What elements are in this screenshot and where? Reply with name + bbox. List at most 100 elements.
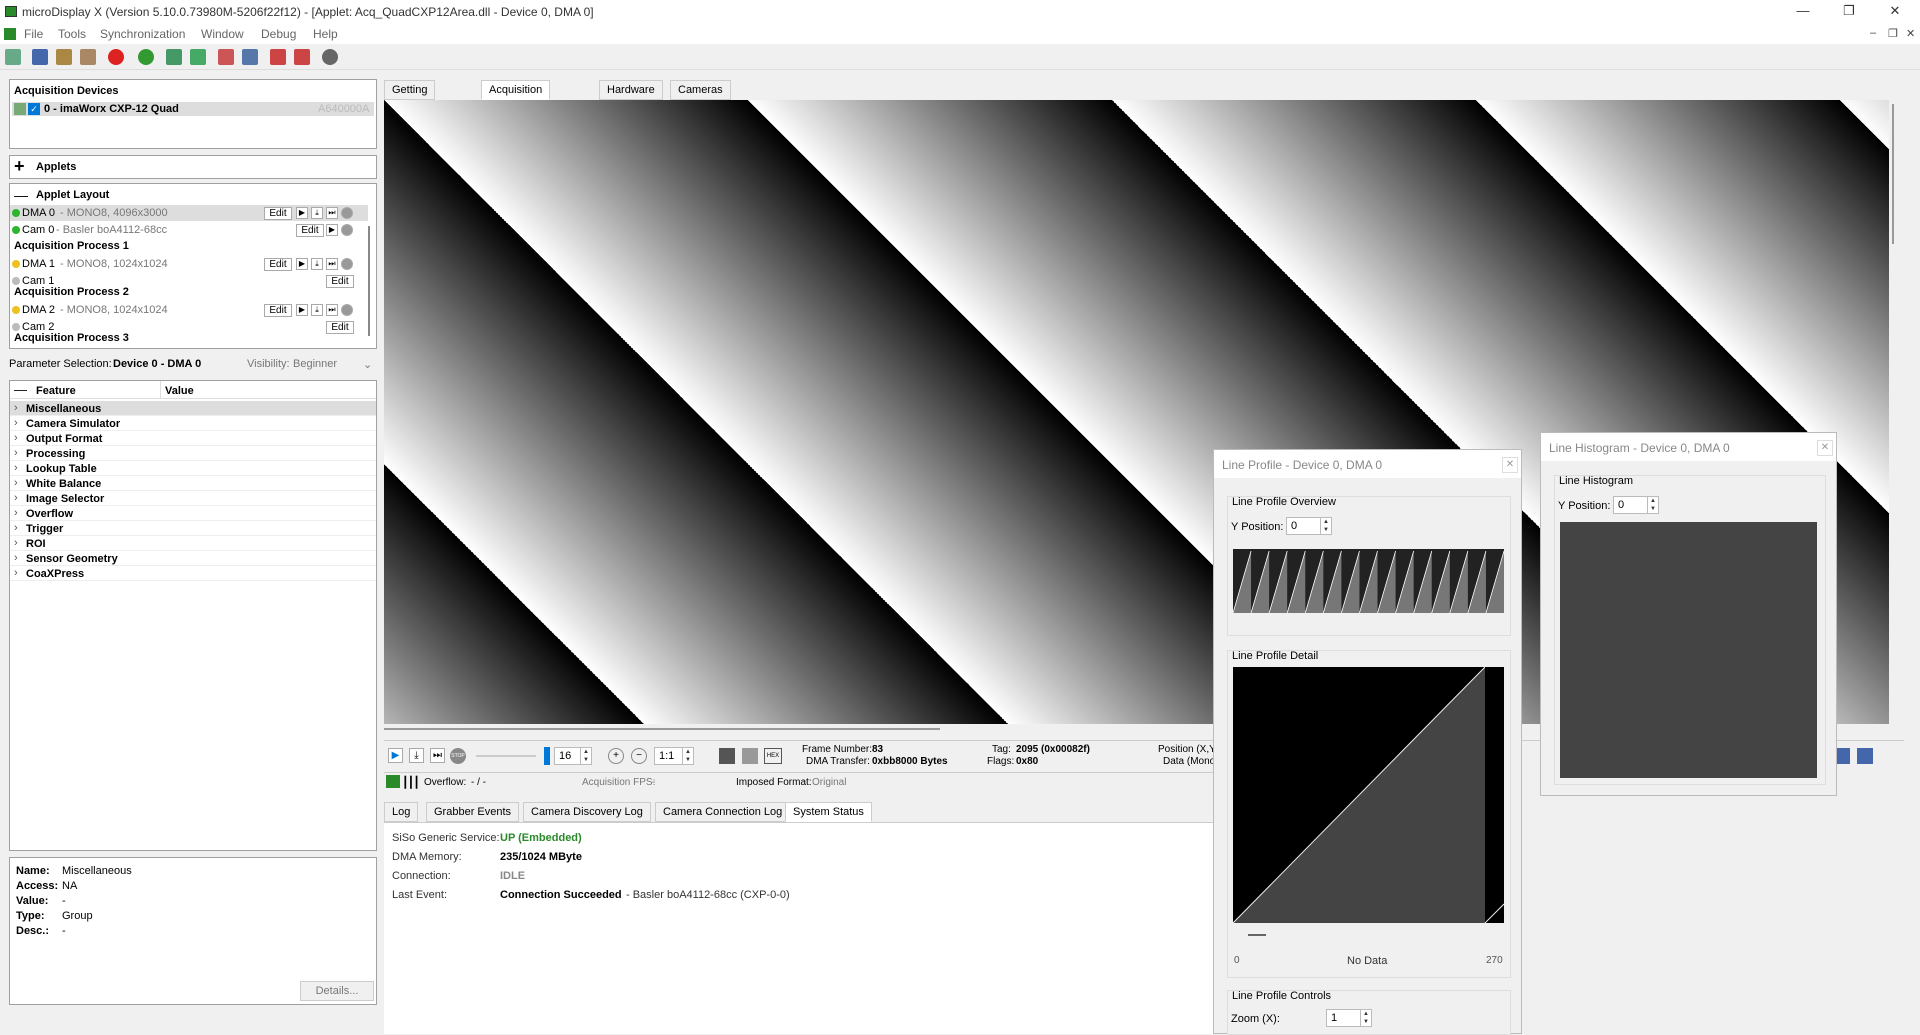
zoom-ratio-stepper[interactable]: 1:1 ▲ ▼ xyxy=(654,747,694,765)
collapse-icon[interactable]: — xyxy=(14,382,27,397)
stop-button[interactable]: STOP xyxy=(450,748,466,764)
menu-debug[interactable]: Debug xyxy=(261,27,296,41)
buffer-slider[interactable] xyxy=(476,755,536,757)
expand-chevron-icon[interactable]: › xyxy=(14,447,18,459)
cam0-stop-icon[interactable] xyxy=(341,224,353,236)
dma1-stop-icon[interactable] xyxy=(341,258,353,270)
menu-file[interactable]: File xyxy=(24,27,43,41)
histogram-y-position-stepper[interactable]: 0 ▲ ▼ xyxy=(1613,496,1659,514)
dma1-next-icon[interactable]: ⏭ xyxy=(326,258,338,270)
mdi-minimize-button[interactable]: – xyxy=(1870,27,1876,39)
mdi-restore-button[interactable]: ❐ xyxy=(1888,27,1898,40)
feature-row[interactable]: › Sensor Geometry xyxy=(10,551,376,566)
feature-row[interactable]: › Output Format xyxy=(10,431,376,446)
applets-panel[interactable]: + Applets xyxy=(9,155,377,179)
expand-chevron-icon[interactable]: › xyxy=(14,462,18,474)
refresh-icon[interactable] xyxy=(138,49,154,65)
feature-row[interactable]: › ROI xyxy=(10,536,376,551)
layers-icon[interactable] xyxy=(742,748,758,764)
restore-button[interactable]: ❐ xyxy=(1826,0,1872,24)
dma0-step-icon[interactable]: ⤓ xyxy=(311,207,323,219)
profile-detail-plot[interactable] xyxy=(1233,667,1504,923)
stepper-arrows-icon[interactable]: ▲ ▼ xyxy=(682,748,693,764)
tab-grabber-events[interactable]: Grabber Events xyxy=(426,802,520,822)
save-image-icon[interactable] xyxy=(1857,748,1873,764)
dma2-edit-button[interactable]: Edit xyxy=(264,304,292,317)
feature-row[interactable]: › Processing xyxy=(10,446,376,461)
expand-chevron-icon[interactable]: › xyxy=(14,432,18,444)
feature-row[interactable]: › Camera Simulator xyxy=(10,416,376,431)
window-close-all-icon[interactable] xyxy=(294,49,310,65)
cam0-edit-button[interactable]: Edit xyxy=(296,224,324,237)
applet-row-cam0[interactable]: Cam 0 - Basler boA4112-68cc Edit ▶ xyxy=(10,222,368,238)
load-icon[interactable] xyxy=(56,49,72,65)
expand-chevron-icon[interactable]: › xyxy=(14,567,18,579)
cam1-edit-button[interactable]: Edit xyxy=(326,275,354,288)
zoom-in-icon[interactable]: + xyxy=(608,748,624,764)
dma1-edit-button[interactable]: Edit xyxy=(264,258,292,271)
line-profile-titlebar[interactable]: Line Profile - Device 0, DMA 0 ✕ xyxy=(1214,450,1521,478)
feature-row[interactable]: › Trigger xyxy=(10,521,376,536)
feature-row[interactable]: › Image Selector xyxy=(10,491,376,506)
feature-row[interactable]: › Miscellaneous xyxy=(10,401,376,416)
visibility-select[interactable]: Beginner ⌄ xyxy=(293,358,373,371)
applet-row-dma2[interactable]: DMA 2 - MONO8, 1024x1024 Edit ▶ ⤓ ⏭ xyxy=(10,302,368,318)
close-icon[interactable]: ✕ xyxy=(1817,440,1833,456)
window-close-icon[interactable] xyxy=(270,49,286,65)
window-cascade-icon[interactable] xyxy=(242,49,258,65)
expand-chevron-icon[interactable]: › xyxy=(14,417,18,429)
tab-log[interactable]: Log xyxy=(384,802,419,822)
histogram-plot[interactable] xyxy=(1560,522,1817,778)
mdi-close-button[interactable]: ✕ xyxy=(1906,27,1915,40)
zoom-out-icon[interactable]: − xyxy=(631,748,647,764)
hex-button[interactable]: HEX xyxy=(764,748,782,764)
dma2-stop-icon[interactable] xyxy=(341,304,353,316)
expand-chevron-icon[interactable]: › xyxy=(14,477,18,489)
device-icon[interactable] xyxy=(166,49,182,65)
feature-row[interactable]: › Overflow xyxy=(10,506,376,521)
print-icon[interactable] xyxy=(80,49,96,65)
zoom-x-stepper[interactable]: 1 ▲ ▼ xyxy=(1326,1009,1372,1027)
expand-chevron-icon[interactable]: › xyxy=(14,522,18,534)
cam0-play-icon[interactable]: ▶ xyxy=(326,224,338,236)
open-config-icon[interactable] xyxy=(5,49,21,65)
tab-system-status[interactable]: System Status xyxy=(785,802,872,822)
feature-row[interactable]: › CoaXPress xyxy=(10,566,376,581)
menu-window[interactable]: Window xyxy=(201,27,244,41)
cam2-edit-button[interactable]: Edit xyxy=(326,321,354,334)
feature-row[interactable]: › Lookup Table xyxy=(10,461,376,476)
next-frame-icon[interactable]: ⏭ xyxy=(430,748,445,763)
tab-cameras[interactable]: Cameras xyxy=(670,80,731,100)
dma0-play-icon[interactable]: ▶ xyxy=(296,207,308,219)
window-tile-icon[interactable] xyxy=(218,49,234,65)
tab-camera-discovery-log[interactable]: Camera Discovery Log xyxy=(523,802,651,822)
buffer-stepper[interactable]: 16 ▲ ▼ xyxy=(554,747,592,765)
stepper-arrows-icon[interactable]: ▲ ▼ xyxy=(580,748,591,764)
device-checkbox[interactable]: ✓ xyxy=(28,103,40,115)
tab-getting-started[interactable]: Getting Started xyxy=(384,80,436,115)
stepper-arrows-icon[interactable]: ▲ ▼ xyxy=(1647,497,1658,513)
tab-acquisition-channel[interactable]: Acquisition Channel xyxy=(481,80,551,115)
dma2-step-icon[interactable]: ⤓ xyxy=(311,304,323,316)
expand-chevron-icon[interactable]: › xyxy=(14,552,18,564)
add-applet-icon[interactable]: + xyxy=(14,157,25,175)
applet-row-dma1[interactable]: DMA 1 - MONO8, 1024x1024 Edit ▶ ⤓ ⏭ xyxy=(10,256,368,272)
scrollbar-thumb[interactable] xyxy=(384,728,940,730)
minimize-button[interactable]: — xyxy=(1780,0,1826,24)
stepper-arrows-icon[interactable]: ▲ ▼ xyxy=(1320,518,1331,534)
monitor-icon[interactable] xyxy=(719,748,735,764)
dma0-next-icon[interactable]: ⏭ xyxy=(326,207,338,219)
feature-row[interactable]: › White Balance xyxy=(10,476,376,491)
play-icon[interactable]: ▶ xyxy=(388,748,403,763)
buffer-slider-handle[interactable] xyxy=(544,747,550,765)
scrollbar-thumb[interactable] xyxy=(1892,104,1894,244)
dma0-edit-button[interactable]: Edit xyxy=(264,207,292,220)
menu-tools[interactable]: Tools xyxy=(58,27,86,41)
tab-hardware[interactable]: Hardware xyxy=(599,80,663,100)
step-icon[interactable]: ⤓ xyxy=(409,748,424,763)
stop-all-icon[interactable] xyxy=(108,49,124,65)
dma1-play-icon[interactable]: ▶ xyxy=(296,258,308,270)
camera-icon[interactable] xyxy=(190,49,206,65)
stepper-arrows-icon[interactable]: ▲ ▼ xyxy=(1360,1010,1371,1026)
applet-row-dma0[interactable]: DMA 0 - MONO8, 4096x3000 Edit ▶ ⤓ ⏭ xyxy=(10,205,368,221)
